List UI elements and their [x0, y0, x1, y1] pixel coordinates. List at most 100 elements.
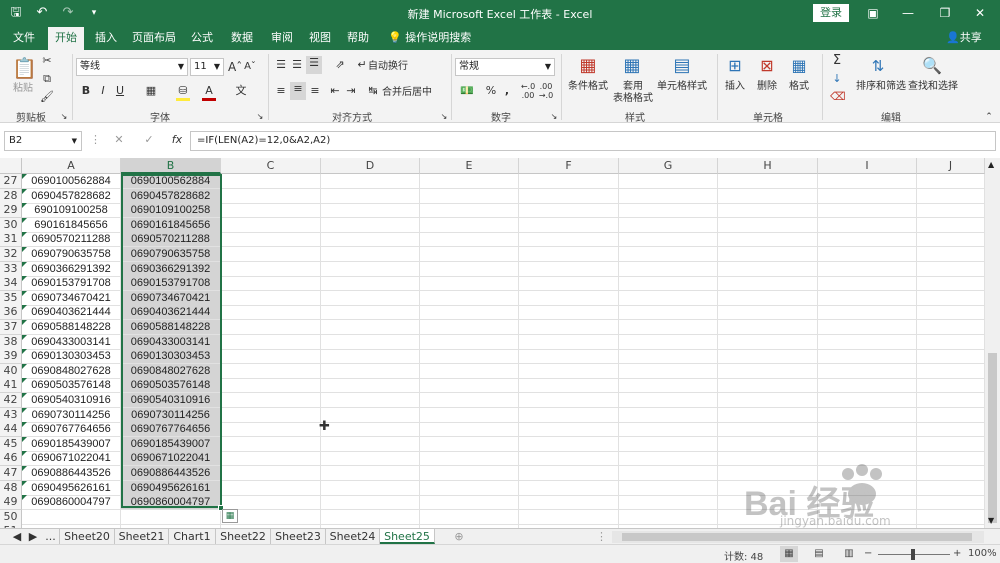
- cell-empty[interactable]: [321, 188, 420, 204]
- cell-empty[interactable]: [221, 422, 321, 438]
- cell-empty[interactable]: [519, 305, 619, 321]
- cell-empty[interactable]: [818, 232, 917, 248]
- cell-empty[interactable]: [619, 188, 718, 204]
- cell-empty[interactable]: [619, 276, 718, 292]
- cell-empty[interactable]: [619, 203, 718, 219]
- row-header[interactable]: 35: [0, 290, 22, 306]
- merge-center-icon[interactable]: ↹: [366, 84, 380, 98]
- cell-empty[interactable]: [917, 436, 985, 452]
- cell-empty[interactable]: [420, 232, 519, 248]
- cell-b[interactable]: 0690734670421: [121, 290, 221, 306]
- decrease-decimal-icon[interactable]: .00 →.0: [538, 82, 554, 100]
- column-header-h[interactable]: H: [718, 158, 818, 174]
- bold-icon[interactable]: B: [80, 84, 92, 98]
- cell-empty[interactable]: [321, 349, 420, 365]
- cell-empty[interactable]: [221, 378, 321, 394]
- cell-empty[interactable]: [221, 247, 321, 262]
- font-name-dropdown[interactable]: 等线 ▼: [76, 58, 188, 76]
- tab-help[interactable]: 帮助: [340, 27, 376, 50]
- row-header[interactable]: 44: [0, 422, 22, 438]
- cell-empty[interactable]: [221, 174, 321, 189]
- cell-empty[interactable]: [519, 247, 619, 262]
- sheet-tab-sheet23[interactable]: Sheet23: [271, 529, 326, 544]
- cell-a[interactable]: 0690886443526: [22, 466, 121, 481]
- vertical-scrollbar[interactable]: ▲ ▼: [985, 158, 1000, 528]
- cell-empty[interactable]: [917, 363, 985, 379]
- cell-empty[interactable]: [619, 290, 718, 306]
- underline-icon[interactable]: U: [114, 84, 126, 98]
- cell-empty[interactable]: [718, 276, 818, 292]
- cut-icon[interactable]: ✂: [40, 54, 54, 68]
- page-break-view-icon[interactable]: ▥: [840, 546, 858, 562]
- row-header[interactable]: 36: [0, 305, 22, 321]
- column-header-b[interactable]: B: [121, 158, 221, 174]
- restore-icon[interactable]: ❐: [932, 3, 958, 23]
- cell-empty[interactable]: [917, 261, 985, 277]
- cell-empty[interactable]: [519, 334, 619, 350]
- cell-empty[interactable]: [420, 188, 519, 204]
- cell-empty[interactable]: [519, 217, 619, 233]
- cell-empty[interactable]: [519, 290, 619, 306]
- cell-b[interactable]: 0690588148228: [121, 320, 221, 335]
- cell-empty[interactable]: [420, 480, 519, 496]
- cell-empty[interactable]: [818, 203, 917, 219]
- cell-empty[interactable]: [718, 261, 818, 277]
- comma-style-icon[interactable]: ,: [502, 84, 512, 98]
- cell-a[interactable]: 0690730114256: [22, 407, 121, 423]
- cell-empty[interactable]: [619, 247, 718, 262]
- cell-empty[interactable]: [917, 349, 985, 365]
- orientation-icon[interactable]: ⇗: [332, 58, 348, 72]
- cell-empty[interactable]: [818, 247, 917, 262]
- number-launcher-icon[interactable]: ↘: [550, 110, 558, 124]
- cell-empty[interactable]: [917, 320, 985, 335]
- cell-b[interactable]: 0690671022041: [121, 451, 221, 467]
- sheet-tab-sheet22[interactable]: Sheet22: [216, 529, 271, 544]
- cell-empty[interactable]: [917, 305, 985, 321]
- cell-empty[interactable]: [718, 290, 818, 306]
- cell-a[interactable]: 0690734670421: [22, 290, 121, 306]
- more-sheets-icon[interactable]: ...: [42, 529, 60, 544]
- cell-empty[interactable]: [221, 261, 321, 277]
- row-header[interactable]: 41: [0, 378, 22, 394]
- cell-empty[interactable]: [221, 290, 321, 306]
- cell-b[interactable]: 0690457828682: [121, 188, 221, 204]
- row-header[interactable]: 49: [0, 495, 22, 511]
- format-cells-button[interactable]: 格式: [784, 80, 814, 93]
- tab-data[interactable]: 数据: [224, 27, 260, 50]
- fill-icon[interactable]: ↓: [830, 72, 844, 86]
- row-header[interactable]: 34: [0, 276, 22, 292]
- cell-empty[interactable]: [519, 232, 619, 248]
- cell-empty[interactable]: [619, 261, 718, 277]
- wrap-text-icon[interactable]: ↵: [356, 58, 368, 72]
- cell-b[interactable]: 0690185439007: [121, 436, 221, 452]
- delete-cells-button[interactable]: 删除: [752, 80, 782, 93]
- format-painter-icon[interactable]: 🖌: [40, 90, 54, 104]
- row-header[interactable]: 29: [0, 203, 22, 219]
- sort-filter-icon[interactable]: ⇅: [866, 54, 890, 78]
- cell-empty[interactable]: [519, 276, 619, 292]
- cell-empty[interactable]: [221, 203, 321, 219]
- cell-empty[interactable]: [519, 480, 619, 496]
- tab-splitter-icon[interactable]: ⋮: [596, 529, 607, 544]
- find-select-button[interactable]: 查找和选择: [904, 80, 962, 93]
- row-header[interactable]: 37: [0, 320, 22, 335]
- cell-empty[interactable]: [917, 247, 985, 262]
- cell-empty[interactable]: [917, 276, 985, 292]
- cell-empty[interactable]: [619, 305, 718, 321]
- tab-page-layout[interactable]: 页面布局: [128, 27, 180, 50]
- cell-empty[interactable]: [321, 290, 420, 306]
- format-as-table-icon[interactable]: ▦: [620, 54, 644, 78]
- cell-empty[interactable]: [221, 363, 321, 379]
- cell-a[interactable]: 0690503576148: [22, 378, 121, 394]
- cell-empty[interactable]: [718, 363, 818, 379]
- align-left-icon[interactable]: ≡: [274, 84, 288, 98]
- conditional-formatting-button[interactable]: 条件格式: [564, 80, 612, 93]
- format-as-table-label-2[interactable]: 表格格式: [606, 92, 660, 105]
- cell-empty[interactable]: [718, 422, 818, 438]
- decrease-font-icon[interactable]: Aˇ: [244, 60, 256, 74]
- cell-empty[interactable]: [818, 436, 917, 452]
- cell-empty[interactable]: [321, 174, 420, 189]
- cell-empty[interactable]: [221, 188, 321, 204]
- cell-empty[interactable]: [917, 232, 985, 248]
- ribbon-display-icon[interactable]: ▣: [860, 3, 886, 23]
